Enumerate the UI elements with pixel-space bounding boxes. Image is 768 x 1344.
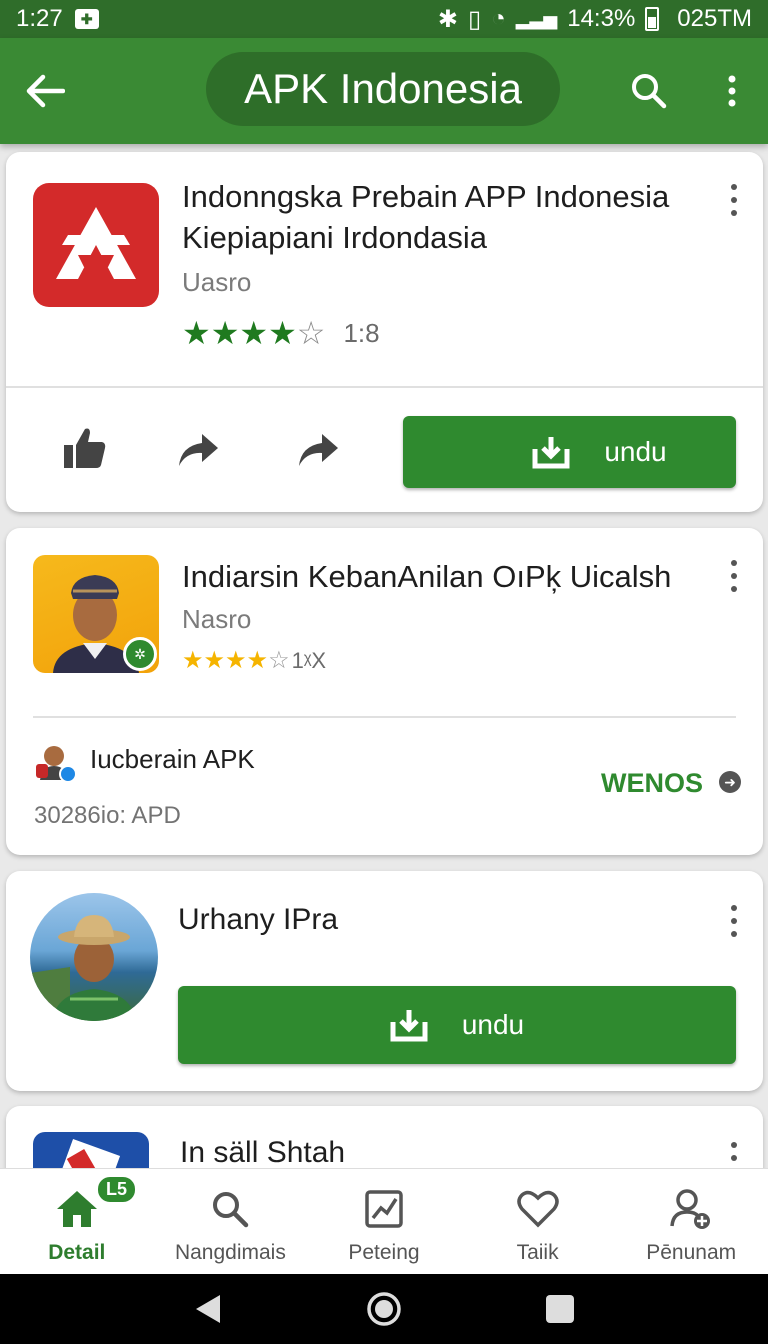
download-label: undu <box>604 436 667 467</box>
rating-stars: ★ ★ ★ ★ ☆ 1ᵡX <box>182 646 326 675</box>
app-icon-photo <box>30 893 158 1021</box>
search-icon <box>208 1187 252 1231</box>
app-bar: APK Indonesia <box>0 38 768 144</box>
download-button[interactable]: undu <box>178 986 736 1064</box>
nav-label: Pēnunam <box>646 1241 737 1264</box>
nav-item-peteing[interactable]: Peteing <box>307 1169 461 1274</box>
card-more-icon[interactable] <box>727 560 741 592</box>
battery-icon <box>645 7 660 31</box>
card-more-icon[interactable] <box>727 905 741 937</box>
sub-item-size: 30286io: APD <box>34 802 181 829</box>
star-filled-icon: ★ <box>239 315 269 351</box>
share-icon[interactable] <box>172 424 224 476</box>
status-bar: 1:27 ✚ ✱ ▯ ◔ ▂▃▅ 14:3% 025TM <box>0 0 768 38</box>
star-filled-icon: ★ <box>182 647 204 674</box>
card-more-icon[interactable] <box>727 184 741 216</box>
nav-label: Detail <box>48 1241 106 1264</box>
app-title: APK Indonesia <box>206 52 560 126</box>
nav-badge: L5 <box>96 1175 138 1204</box>
system-nav-bar <box>0 1274 768 1344</box>
add-user-icon <box>669 1187 713 1231</box>
bottom-nav: L5 Detail Nangdimais Peteing Taiik Pēnun… <box>0 1168 768 1274</box>
nav-label: Nangdimais <box>174 1241 286 1264</box>
home-icon <box>55 1187 99 1231</box>
star-filled-icon: ★ <box>246 647 269 674</box>
app-card[interactable]: ✲ Indiarsin KebanAnilan OıPķ Uicalsh Nas… <box>6 528 763 855</box>
wenos-button[interactable]: WENOS <box>601 768 703 799</box>
battery-percent: 14:3% <box>567 5 636 32</box>
download-icon <box>390 1010 428 1042</box>
nav-item-detail[interactable]: L5 Detail <box>0 1169 154 1274</box>
wifi-icon: ◔ <box>491 5 506 32</box>
rating-count: 1:8 <box>343 317 380 348</box>
star-filled-icon: ★ <box>210 315 240 351</box>
rating-stars: ★ ★ ★ ★ ☆ 1:8 <box>182 314 380 352</box>
divider <box>33 716 736 718</box>
app-title[interactable]: In säll Shtah <box>180 1132 345 1173</box>
nav-back-icon[interactable] <box>188 1289 228 1329</box>
sub-item-name[interactable]: Iucberain APK <box>90 744 255 775</box>
status-time: 1:27 <box>16 5 63 32</box>
app-title[interactable]: Indonngska Prebain APP Indonesia Kiepiap… <box>182 176 702 258</box>
app-title[interactable]: Indiarsin KebanAnilan OıPķ Uicalsh <box>182 556 702 597</box>
vibrate-icon: ▯ <box>467 5 482 33</box>
thumb-up-icon[interactable] <box>58 422 110 474</box>
star-empty-icon: ☆ <box>268 647 290 674</box>
star-filled-icon: ★ <box>203 647 226 674</box>
back-arrow-icon[interactable] <box>22 68 68 114</box>
forward-icon[interactable] <box>292 424 344 476</box>
notification-icon: ✚ <box>74 9 99 29</box>
rating-count: 1ᵡX <box>291 647 327 673</box>
app-card[interactable]: Urhany IPra undu <box>6 871 763 1091</box>
star-empty-icon: ☆ <box>296 315 326 351</box>
star-filled-icon: ★ <box>182 315 211 351</box>
app-badge-icon: ✲ <box>123 637 157 671</box>
app-icon-photo: ✲ <box>33 555 159 673</box>
download-label: undu <box>461 1009 525 1040</box>
app-title[interactable]: Urhany IPra <box>178 899 338 940</box>
info-icon[interactable]: ➜ <box>719 771 741 793</box>
sub-avatar <box>34 740 78 784</box>
nav-item-taiik[interactable]: Taiik <box>461 1169 615 1274</box>
search-icon[interactable] <box>626 68 672 114</box>
download-button[interactable]: undu <box>403 416 736 488</box>
nav-label: Taiik <box>516 1241 559 1264</box>
nav-label: Peteing <box>348 1241 420 1264</box>
developer-name[interactable]: Uasro <box>182 267 251 298</box>
heart-icon <box>516 1187 560 1231</box>
chart-icon <box>362 1187 406 1231</box>
divider <box>6 386 763 388</box>
app-icon <box>33 183 159 307</box>
status-clock-right: 025TM <box>677 5 752 32</box>
download-icon <box>532 437 570 469</box>
nav-item-penunam[interactable]: Pēnunam <box>614 1169 768 1274</box>
nav-recents-icon[interactable] <box>540 1289 580 1329</box>
more-vert-icon[interactable] <box>712 68 752 114</box>
nav-item-search[interactable]: Nangdimais <box>154 1169 308 1274</box>
bluetooth-icon: ✱ <box>437 5 458 33</box>
app-card[interactable]: Indonngska Prebain APP Indonesia Kiepiap… <box>6 152 763 512</box>
developer-name[interactable]: Nasro <box>182 604 251 635</box>
star-filled-icon: ★ <box>225 647 247 674</box>
signal-icon: ▂▃▅ <box>515 8 558 29</box>
star-filled-icon: ★ <box>268 315 297 351</box>
nav-home-icon[interactable] <box>364 1289 404 1329</box>
